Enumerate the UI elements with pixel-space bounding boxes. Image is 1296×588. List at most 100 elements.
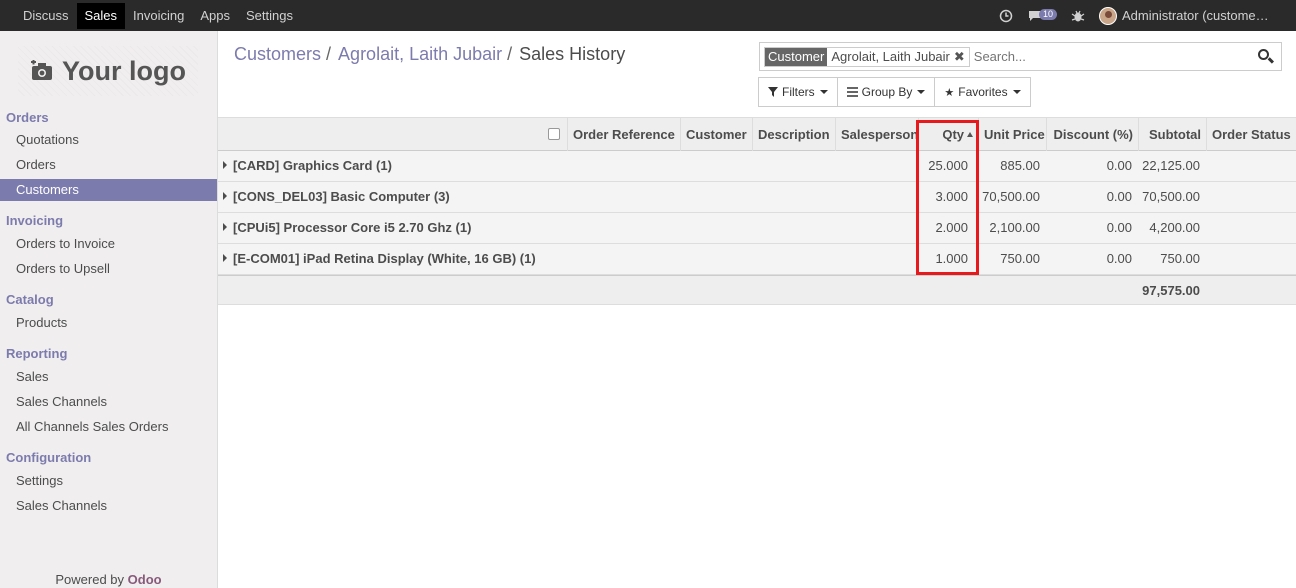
breadcrumb-separator: / [326, 44, 332, 64]
group-label: [CPUi5] Processor Core i5 2.70 Ghz (1) [233, 220, 472, 235]
avatar [1099, 6, 1117, 25]
group-row[interactable]: [CARD] Graphics Card (1) 25.000 885.00 0… [218, 151, 1296, 182]
sidebar-item-all-channels-sales-orders[interactable]: All Channels Sales Orders [0, 416, 217, 438]
section-orders: Orders [6, 110, 49, 125]
column-unit-price[interactable]: Unit Price [978, 118, 1046, 151]
column-order-status[interactable]: Order Status [1206, 118, 1296, 151]
sidebar-item-sales[interactable]: Sales [0, 366, 217, 388]
group-row[interactable]: [CONS_DEL03] Basic Computer (3) 3.000 70… [218, 182, 1296, 213]
caret-right-icon [223, 223, 227, 231]
section-reporting: Reporting [6, 346, 68, 361]
breadcrumb: Customers / Agrolait, Laith Jubair / Sal… [234, 44, 625, 65]
column-order-reference[interactable]: Order Reference [567, 118, 680, 151]
table-header: Order Reference Customer Description Sal… [218, 117, 1296, 151]
group-row[interactable]: [E-COM01] iPad Retina Display (White, 16… [218, 244, 1296, 275]
group-label: [E-COM01] iPad Retina Display (White, 16… [233, 251, 536, 266]
group-subtotal: 70,500.00 [1142, 189, 1200, 204]
column-discount[interactable]: Discount (%) [1046, 118, 1138, 151]
filters-label: Filters [782, 85, 815, 99]
search-bar: Customer Agrolait, Laith Jubair ✖ [759, 42, 1282, 71]
top-navbar: Discuss Sales Invoicing Apps Settings 10… [0, 0, 1296, 31]
clock-icon [999, 9, 1013, 22]
user-menu[interactable]: Administrator (customer... [1099, 6, 1282, 25]
menu-apps[interactable]: Apps [192, 3, 238, 29]
column-subtotal[interactable]: Subtotal [1138, 118, 1206, 151]
group-row[interactable]: [CPUi5] Processor Core i5 2.70 Ghz (1) 2… [218, 213, 1296, 244]
totals-row: 97,575.00 [218, 275, 1296, 305]
user-name: Administrator (customer... [1122, 8, 1270, 23]
section-invoicing: Invoicing [6, 213, 64, 228]
powered-by-text: Powered by [55, 572, 125, 587]
chevron-down-icon [917, 90, 926, 94]
favorites-label: Favorites [958, 85, 1008, 99]
app-menu: Discuss Sales Invoicing Apps Settings [0, 0, 301, 31]
systray: 10 Administrator (customer... [999, 0, 1296, 31]
group-qty: 3.000 [935, 189, 968, 204]
list-icon [846, 87, 858, 97]
sidebar-item-orders[interactable]: Orders [0, 154, 217, 176]
group-unit-price: 750.00 [1000, 251, 1040, 266]
activity-button[interactable] [999, 9, 1013, 23]
group-name: [E-COM01] iPad Retina Display (White, 16… [223, 244, 536, 274]
favorites-button[interactable]: ★ Favorites [934, 77, 1031, 107]
search-input[interactable] [973, 49, 1255, 64]
group-subtotal: 750.00 [1160, 251, 1200, 266]
group-name: [CPUi5] Processor Core i5 2.70 Ghz (1) [223, 213, 471, 243]
sidebar-item-products[interactable]: Products [0, 312, 217, 334]
breadcrumb-customers[interactable]: Customers [234, 44, 321, 65]
column-salesperson[interactable]: Salesperson [835, 118, 918, 151]
company-logo[interactable]: Your logo [18, 46, 198, 96]
section-catalog: Catalog [6, 292, 54, 307]
group-subtotal: 22,125.00 [1142, 158, 1200, 173]
group-discount: 0.00 [1106, 251, 1132, 266]
group-label: [CONS_DEL03] Basic Computer (3) [233, 189, 450, 204]
odoo-link[interactable]: Odoo [128, 572, 162, 587]
facet-remove-icon[interactable]: ✖ [954, 49, 969, 65]
search-icon[interactable] [1255, 46, 1277, 68]
facet-value: Agrolait, Laith Jubair [831, 49, 950, 64]
group-discount: 0.00 [1106, 189, 1132, 204]
group-unit-price: 2,100.00 [989, 220, 1040, 235]
search-facet: Customer Agrolait, Laith Jubair ✖ [764, 46, 970, 67]
group-by-button[interactable]: Group By [836, 77, 936, 107]
select-all-checkbox[interactable] [548, 128, 560, 140]
sidebar-item-sales-channels[interactable]: Sales Channels [0, 391, 217, 413]
search-options: Filters Group By ★ Favorites [758, 77, 1031, 107]
filters-button[interactable]: Filters [758, 77, 838, 107]
breadcrumb-separator: / [507, 44, 513, 64]
breadcrumb-partner[interactable]: Agrolait, Laith Jubair [338, 44, 502, 65]
sidebar-item-quotations[interactable]: Quotations [0, 129, 217, 151]
menu-discuss[interactable]: Discuss [15, 3, 77, 29]
column-qty-label: Qty [942, 127, 964, 142]
camera-icon [31, 60, 52, 80]
sidebar-item-customers[interactable]: Customers [0, 179, 217, 201]
bug-icon [1071, 10, 1085, 21]
group-by-label: Group By [861, 85, 913, 99]
sidebar: Your logo Orders Quotations Orders Custo… [0, 31, 218, 588]
logo-text: Your logo [62, 55, 186, 86]
sort-ascending-icon [967, 132, 973, 137]
page-title: Sales History [519, 44, 626, 64]
debug-button[interactable] [1071, 9, 1085, 23]
menu-sales[interactable]: Sales [76, 2, 126, 29]
menu-invoicing[interactable]: Invoicing [125, 3, 192, 29]
menu-settings[interactable]: Settings [238, 3, 301, 29]
sidebar-item-orders-to-upsell[interactable]: Orders to Upsell [0, 258, 217, 280]
sidebar-item-orders-to-invoice[interactable]: Orders to Invoice [0, 233, 217, 255]
column-description[interactable]: Description [752, 118, 835, 151]
caret-right-icon [223, 254, 227, 262]
group-subtotal: 4,200.00 [1149, 220, 1200, 235]
group-label: [CARD] Graphics Card (1) [233, 158, 392, 173]
column-qty[interactable]: Qty [918, 118, 978, 151]
column-customer[interactable]: Customer [680, 118, 752, 151]
sidebar-item-settings[interactable]: Settings [0, 470, 217, 492]
messaging-button[interactable]: 10 [1027, 9, 1057, 22]
message-count-badge: 10 [1038, 9, 1057, 20]
group-name: [CARD] Graphics Card (1) [223, 151, 392, 181]
powered-by: Powered by Odoo [0, 572, 217, 587]
filter-icon [768, 87, 778, 97]
caret-right-icon [223, 192, 227, 200]
sidebar-item-config-sales-channels[interactable]: Sales Channels [0, 495, 217, 517]
total-subtotal: 97,575.00 [1142, 283, 1200, 298]
group-qty: 2.000 [935, 220, 968, 235]
